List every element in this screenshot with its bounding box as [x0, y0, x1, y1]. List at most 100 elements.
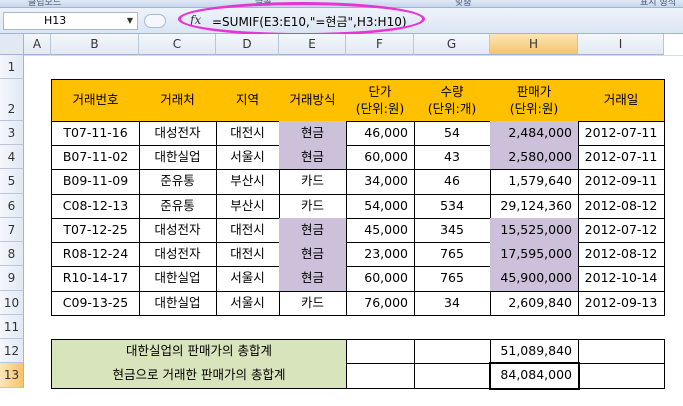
cell-sales[interactable]: 15,525,000 — [490, 218, 579, 243]
cell-date[interactable]: 2012-09-11 — [578, 169, 665, 195]
header-method[interactable]: 거래방식 — [279, 79, 347, 122]
summary-label[interactable]: 대한실업의 판매가의 총합계 — [51, 339, 347, 364]
cell-date[interactable]: 2012-09-13 — [578, 291, 665, 316]
header-id[interactable]: 거래번호 — [51, 79, 140, 122]
cell-id[interactable]: R10-14-17 — [51, 266, 140, 292]
cell-region[interactable]: 대전시 — [216, 121, 280, 146]
summary-spacer[interactable] — [346, 363, 415, 389]
cell-price[interactable]: 60,000 — [346, 266, 415, 292]
cell-region[interactable]: 서울시 — [216, 266, 280, 292]
cell-sales[interactable]: 1,579,640 — [490, 169, 579, 195]
cell-region[interactable]: 대전시 — [216, 218, 280, 243]
cell-id[interactable]: C09-13-25 — [51, 291, 140, 316]
column-header-h[interactable]: H — [490, 34, 578, 55]
cell-qty[interactable]: 46 — [414, 169, 491, 195]
cell-id[interactable]: T07-11-16 — [51, 121, 140, 146]
row-header-6[interactable]: 6 — [0, 194, 24, 218]
cell-method[interactable]: 현금 — [279, 242, 347, 267]
header-client[interactable]: 거래처 — [139, 79, 217, 122]
cell-client[interactable]: 대성전자 — [139, 218, 217, 243]
cell-date[interactable]: 2012-07-11 — [578, 145, 665, 170]
row-header-11[interactable]: 11 — [0, 315, 24, 339]
cell-sales[interactable]: 29,124,360 — [490, 194, 579, 219]
cell-method[interactable]: 카드 — [279, 169, 347, 195]
cell-qty[interactable]: 345 — [414, 218, 491, 243]
cell-region[interactable]: 부산시 — [216, 194, 280, 219]
cell-qty[interactable]: 765 — [414, 266, 491, 292]
name-box[interactable]: H13 ▼ — [3, 12, 138, 30]
column-header-d[interactable]: D — [216, 34, 279, 55]
select-all-corner[interactable] — [0, 34, 24, 55]
summary-blank[interactable] — [578, 339, 665, 364]
row-header-3[interactable]: 3 — [0, 121, 24, 145]
row-header-7[interactable]: 7 — [0, 218, 24, 242]
cell-id[interactable]: T07-12-25 — [51, 218, 140, 243]
column-header-c[interactable]: C — [139, 34, 216, 55]
column-header-i[interactable]: I — [578, 34, 664, 55]
cell-client[interactable]: 대성전자 — [139, 242, 217, 267]
cell-sales[interactable]: 2,580,000 — [490, 145, 579, 170]
row-header-10[interactable]: 10 — [0, 291, 24, 315]
summary-pad[interactable] — [414, 363, 491, 389]
cell-id[interactable]: B09-11-09 — [51, 169, 140, 195]
cell-date[interactable]: 2012-10-14 — [578, 266, 665, 292]
cell-qty[interactable]: 34 — [414, 291, 491, 316]
cell-client[interactable]: 대성전자 — [139, 121, 217, 146]
cell-price[interactable]: 34,000 — [346, 169, 415, 195]
row-header-8[interactable]: 8 — [0, 242, 24, 266]
summary-spacer[interactable] — [346, 339, 415, 364]
column-header-b[interactable]: B — [51, 34, 139, 55]
cell-region[interactable]: 부산시 — [216, 169, 280, 195]
cell-qty[interactable]: 54 — [414, 121, 491, 146]
cell-region[interactable]: 서울시 — [216, 291, 280, 316]
cell-price[interactable]: 46,000 — [346, 121, 415, 146]
cell-method[interactable]: 현금 — [279, 266, 347, 292]
cell-price[interactable]: 54,000 — [346, 194, 415, 219]
cell-sales[interactable]: 45,900,000 — [490, 266, 579, 292]
summary-value[interactable]: 51,089,840 — [490, 339, 579, 364]
header-qty[interactable]: 수량 (단위:개) — [414, 79, 491, 122]
row-header-1[interactable]: 1 — [0, 55, 24, 79]
cell-price[interactable]: 23,000 — [346, 242, 415, 267]
summary-pad[interactable] — [414, 339, 491, 364]
cell-id[interactable]: C08-12-13 — [51, 194, 140, 219]
summary-label[interactable]: 현금으로 거래한 판매가의 총합계 — [51, 363, 347, 389]
cell-sales[interactable]: 17,595,000 — [490, 242, 579, 267]
cell-id[interactable]: B07-11-02 — [51, 145, 140, 170]
column-header-a[interactable]: A — [24, 34, 51, 55]
cell-qty[interactable]: 43 — [414, 145, 491, 170]
header-sales[interactable]: 판매가 (단위:원) — [490, 79, 579, 122]
row-header-4[interactable]: 4 — [0, 145, 24, 169]
cell-date[interactable]: 2012-07-11 — [578, 121, 665, 146]
cell-client[interactable]: 준유통 — [139, 169, 217, 195]
row-header-9[interactable]: 9 — [0, 266, 24, 291]
cell-sales[interactable]: 2,484,000 — [490, 121, 579, 146]
cell-qty[interactable]: 765 — [414, 242, 491, 267]
row-header-13[interactable]: 13 — [0, 363, 24, 388]
cell-client[interactable]: 준유통 — [139, 194, 217, 219]
cell-price[interactable]: 76,000 — [346, 291, 415, 316]
cell-method[interactable]: 카드 — [279, 291, 347, 316]
cell-method[interactable]: 현금 — [279, 121, 347, 146]
row-header-2[interactable]: 2 — [0, 79, 24, 121]
cell-date[interactable]: 2012-08-12 — [578, 194, 665, 219]
ribbon-group-clipboard[interactable]: 클립보드 — [28, 0, 61, 7]
cell-region[interactable]: 대전시 — [216, 242, 280, 267]
chevron-down-icon[interactable]: ▼ — [127, 13, 133, 29]
cell-client[interactable]: 대한실업 — [139, 145, 217, 170]
formula-bar-expand-handle[interactable] — [144, 14, 166, 28]
row-header-12[interactable]: 12 — [0, 339, 24, 363]
header-date[interactable]: 거래일 — [578, 79, 665, 122]
cell-client[interactable]: 대한실업 — [139, 266, 217, 292]
cell-date[interactable]: 2012-08-12 — [578, 242, 665, 267]
row-header-5[interactable]: 5 — [0, 169, 24, 194]
cell-region[interactable]: 서울시 — [216, 145, 280, 170]
cell-price[interactable]: 60,000 — [346, 145, 415, 170]
cell-id[interactable]: R08-12-24 — [51, 242, 140, 267]
cell-method[interactable]: 현금 — [279, 145, 347, 170]
cell-qty[interactable]: 534 — [414, 194, 491, 219]
ribbon-group-align[interactable]: 맞춤 — [455, 0, 472, 7]
column-header-e[interactable]: E — [279, 34, 346, 55]
cell-method[interactable]: 현금 — [279, 218, 347, 243]
cell-sales[interactable]: 2,609,840 — [490, 291, 579, 316]
